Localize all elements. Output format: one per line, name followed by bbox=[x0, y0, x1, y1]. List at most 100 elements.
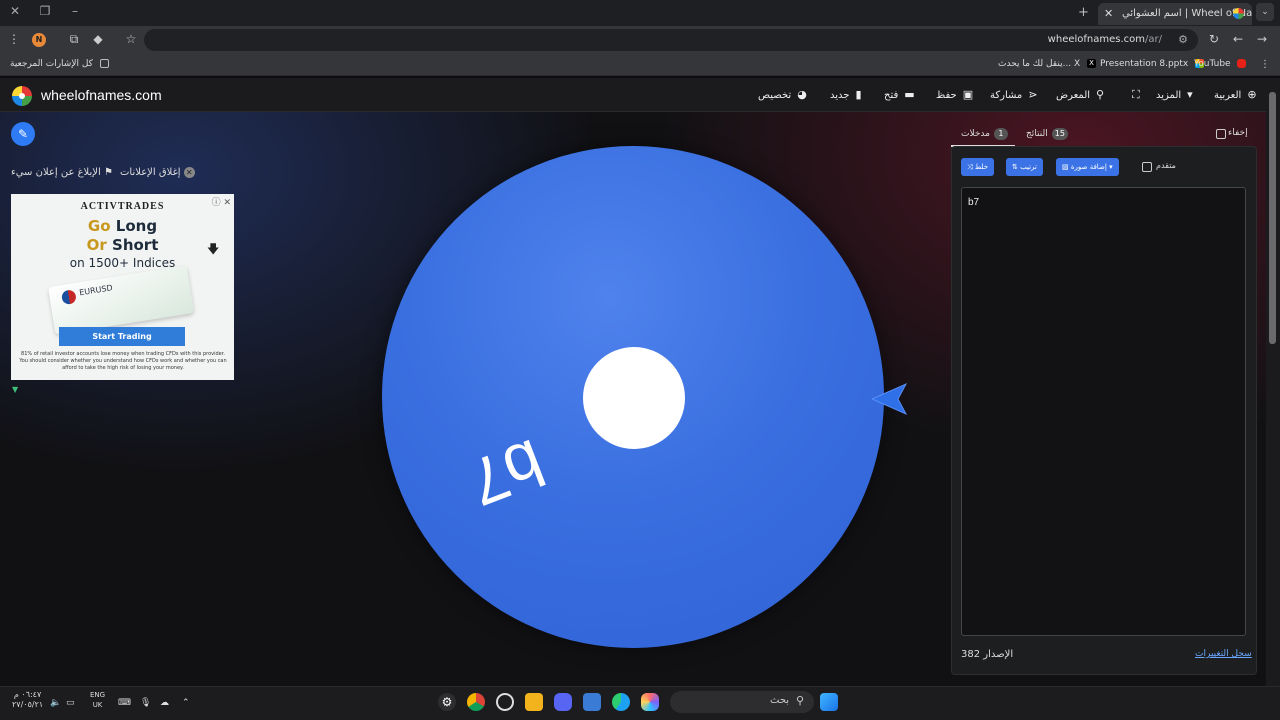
cloud-icon[interactable]: ☁ bbox=[160, 698, 169, 708]
wheel-hub[interactable] bbox=[583, 347, 685, 449]
search-icon: ⚲ bbox=[1096, 88, 1105, 101]
menu-new[interactable]: ▮ جديد bbox=[830, 88, 862, 101]
add-image-label: إضافة صورة bbox=[1070, 163, 1107, 171]
forward-icon[interactable]: → bbox=[1254, 32, 1270, 46]
bookmark-presentation[interactable]: Presentation 8.pptx bbox=[1100, 59, 1205, 69]
version-number: 382 bbox=[961, 649, 981, 660]
bookmarks-overflow-icon[interactable]: ⋮ bbox=[1260, 59, 1270, 70]
url-host: wheelofnames.com bbox=[1047, 34, 1146, 45]
ad-headline-2b: Short bbox=[112, 236, 159, 254]
new-tab-icon[interactable]: + bbox=[1078, 5, 1089, 20]
profile-avatar[interactable]: N bbox=[32, 33, 46, 47]
menu-gallery[interactable]: ⚲ المعرض bbox=[1056, 88, 1104, 101]
ad-card-text: EURUSD bbox=[78, 283, 114, 298]
menu-new-label: جديد bbox=[830, 90, 850, 101]
extension-diamond-icon[interactable]: ◆ bbox=[90, 32, 106, 46]
sort-label: ترتيب bbox=[1020, 163, 1037, 171]
menu-customize[interactable]: ◕ تخصيص bbox=[758, 88, 807, 101]
wheel-logo-icon[interactable] bbox=[12, 86, 32, 106]
restore-window-icon[interactable]: ❐ bbox=[36, 4, 54, 18]
chevron-down-icon: ▾ bbox=[1109, 163, 1113, 171]
tab-results-label: النتائج bbox=[1026, 129, 1048, 139]
globe-icon: ⊕ bbox=[1247, 88, 1257, 101]
ad-close-icon[interactable]: ⓘ ✕ bbox=[212, 195, 231, 208]
keyboard-icon[interactable]: ⌨ bbox=[118, 698, 131, 708]
entries-textarea[interactable] bbox=[961, 187, 1246, 636]
back-icon[interactable]: ← bbox=[1230, 32, 1246, 46]
chevron-up-icon[interactable]: ⌃ bbox=[182, 698, 190, 708]
settings-app-icon[interactable]: ⚙ bbox=[438, 693, 456, 711]
wheel-pointer-icon bbox=[872, 382, 908, 416]
menu-open[interactable]: ▬ فتح bbox=[884, 88, 915, 101]
chrome-icon[interactable] bbox=[467, 693, 485, 711]
ad-brand: ACTIVTRADES bbox=[80, 201, 165, 212]
sort-button[interactable]: ⇅ ترتيب bbox=[1006, 158, 1043, 176]
ad-banner[interactable]: ACTIVTRADES Go Long Or Short on 1500+ In… bbox=[11, 194, 234, 380]
microphone-icon[interactable]: 🎙 bbox=[140, 698, 151, 708]
menu-gallery-label: المعرض bbox=[1056, 90, 1091, 101]
language-indicator[interactable]: ENG UK bbox=[90, 690, 105, 710]
copilot-icon[interactable] bbox=[641, 693, 659, 711]
image-icon: ▨ bbox=[1062, 163, 1069, 171]
windows-start-icon[interactable] bbox=[820, 693, 838, 711]
hide-checkbox[interactable] bbox=[1216, 129, 1226, 139]
ad-cta-button[interactable]: Start Trading bbox=[59, 327, 185, 346]
menu-share[interactable]: ⋖ مشاركة bbox=[990, 88, 1038, 101]
browser-menu-icon[interactable]: ⋮ bbox=[6, 32, 22, 46]
close-tab-icon[interactable]: ✕ bbox=[1104, 7, 1113, 20]
menu-more[interactable]: ▾ المزيد bbox=[1156, 88, 1193, 101]
folder-open-icon: ▬ bbox=[904, 88, 915, 101]
bookmark-presentation-label: Presentation 8.pptx bbox=[1100, 59, 1189, 69]
palette-icon: ◕ bbox=[797, 88, 807, 101]
all-bookmarks-folder[interactable]: كل الإشارات المرجعية bbox=[10, 59, 109, 69]
menu-save[interactable]: ▣ حفظ bbox=[936, 88, 973, 101]
add-image-button[interactable]: ▨ إضافة صورة ▾ bbox=[1056, 158, 1119, 176]
report-ad-link[interactable]: الإبلاغ عن إعلان سيء ⚑ bbox=[11, 167, 113, 178]
network-icon[interactable]: ▭ bbox=[66, 698, 75, 708]
report-ad-label: الإبلاغ عن إعلان سيء bbox=[11, 167, 101, 178]
bookmark-x[interactable]: ينقل لك ما يحدث... X X bbox=[998, 59, 1097, 69]
site-settings-icon[interactable]: ⚙ bbox=[1178, 33, 1188, 46]
adchoices-icon[interactable]: ▼ bbox=[12, 385, 18, 394]
store-icon[interactable] bbox=[583, 693, 601, 711]
volume-icon[interactable]: 🔈 bbox=[50, 698, 61, 708]
tab-search-icon[interactable]: ⌄ bbox=[1256, 3, 1274, 21]
flag-icon bbox=[60, 289, 77, 306]
bookmark-youtube[interactable]: YouTube bbox=[1194, 59, 1247, 69]
lang-top: ENG bbox=[90, 691, 106, 699]
tab-entries[interactable]: مدخلات 1 bbox=[961, 128, 1008, 140]
ad-subline: on 1500+ Indices bbox=[69, 256, 176, 270]
tab-entries-label: مدخلات bbox=[961, 129, 990, 139]
site-name[interactable]: wheelofnames.com bbox=[41, 87, 162, 103]
app-header: wheelofnames.com ◕تخصيص ▮جديد ▬فتح ▣حفظ … bbox=[0, 78, 1266, 112]
bookmark-star-icon[interactable]: ☆ bbox=[123, 32, 139, 46]
taskbar-clock[interactable]: ٠٦:٤٧ م ٢٧/٠٥/٢١ bbox=[12, 690, 43, 710]
discord-icon[interactable] bbox=[554, 693, 572, 711]
taskbar-search[interactable]: بحث ⚲ bbox=[670, 691, 814, 713]
advanced-label: متقدم bbox=[1156, 161, 1176, 170]
reload-icon[interactable]: ↻ bbox=[1206, 32, 1222, 46]
folder-icon bbox=[99, 59, 109, 68]
lang-bottom: UK bbox=[92, 701, 103, 709]
youtube-icon bbox=[1237, 59, 1247, 68]
browser-tab[interactable]: ✕ اسم العشوائي | Wheel of Names bbox=[1098, 3, 1252, 25]
extensions-icon[interactable]: ⧉ bbox=[66, 32, 82, 47]
all-bookmarks-label: كل الإشارات المرجعية bbox=[10, 59, 93, 69]
advanced-checkbox[interactable] bbox=[1142, 162, 1152, 172]
minimize-window-icon[interactable]: – bbox=[66, 4, 84, 18]
tab-results[interactable]: النتائج 15 bbox=[1026, 128, 1068, 140]
close-ads-link[interactable]: إغلاق الإعلانات ✕ bbox=[120, 167, 195, 178]
fullscreen-button[interactable]: ⛶ bbox=[1126, 88, 1140, 102]
ad-headline-2: Or Short bbox=[11, 236, 234, 254]
file-explorer-icon[interactable] bbox=[525, 693, 543, 711]
edit-pencil-button[interactable]: ✎ bbox=[11, 122, 35, 146]
close-window-icon[interactable]: ✕ bbox=[6, 4, 24, 18]
clock-app-icon[interactable] bbox=[496, 693, 514, 711]
address-bar[interactable]: wheelofnames.com/ar/ ⚙ bbox=[144, 29, 1198, 51]
changelog-link[interactable]: سجل التغييرات bbox=[1195, 649, 1252, 659]
ad-disclaimer: 81% of retail investor accounts lose mon… bbox=[19, 351, 227, 371]
menu-language[interactable]: ⊕ العربية bbox=[1214, 88, 1257, 101]
page-scrollbar-thumb[interactable] bbox=[1269, 92, 1276, 344]
edge-icon[interactable] bbox=[612, 693, 630, 711]
shuffle-button[interactable]: ⤨ خلط bbox=[961, 158, 995, 176]
